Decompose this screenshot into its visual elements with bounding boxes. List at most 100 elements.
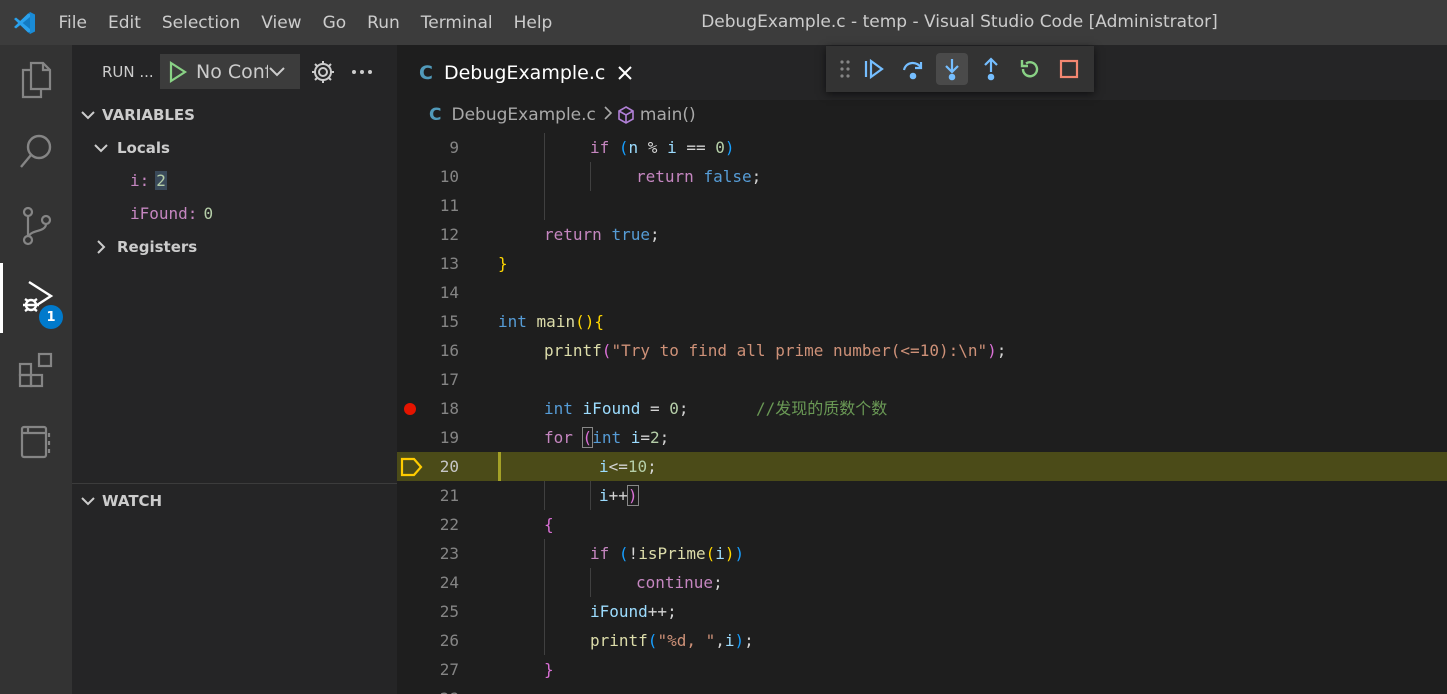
breadcrumb: C DebugExample.c main() bbox=[397, 100, 1447, 130]
restart-button[interactable] bbox=[1014, 53, 1046, 85]
code-text: iFound++; bbox=[590, 602, 677, 621]
breadcrumb-symbol[interactable]: main() bbox=[640, 105, 696, 125]
search-activity[interactable] bbox=[0, 117, 72, 187]
launch-config-dropdown[interactable]: No Configurations bbox=[160, 54, 300, 89]
code-text: if (n % i == 0) bbox=[590, 138, 735, 157]
code-text: int main(){ bbox=[498, 312, 604, 331]
line-number: 26 bbox=[439, 631, 459, 650]
line-number: 24 bbox=[439, 573, 459, 592]
code-line: 21 i++) bbox=[397, 481, 1447, 510]
variable-row[interactable]: i: 2 bbox=[72, 164, 397, 197]
code-line: 9 if (n % i == 0) bbox=[397, 133, 1447, 162]
line-number: 28 bbox=[397, 684, 459, 694]
c-file-icon: C bbox=[429, 105, 442, 125]
stop-icon bbox=[1059, 59, 1079, 79]
gear-icon[interactable] bbox=[310, 59, 336, 85]
step-over-button[interactable] bbox=[897, 53, 929, 85]
tab-debugexample-c[interactable]: C DebugExample.c bbox=[397, 45, 633, 100]
code-editor[interactable]: 9 if (n % i == 0) 10 return false; 11 12… bbox=[397, 133, 1447, 694]
chevron-right-icon bbox=[91, 237, 111, 257]
stop-button[interactable] bbox=[1053, 53, 1085, 85]
breadcrumb-file[interactable]: DebugExample.c bbox=[451, 105, 595, 125]
step-over-icon bbox=[902, 61, 923, 80]
code-text: printf("Try to find all prime number(<=1… bbox=[544, 341, 1007, 360]
variables-header-label: VARIABLES bbox=[102, 106, 195, 124]
tab-title: DebugExample.c bbox=[443, 61, 606, 84]
variable-name: i: bbox=[130, 171, 150, 190]
locals-scope[interactable]: Locals bbox=[72, 131, 397, 164]
start-debugging-icon[interactable] bbox=[166, 60, 190, 84]
run-view-title: RUN ... bbox=[102, 63, 154, 81]
variable-row[interactable]: iFound: 0 bbox=[72, 197, 397, 230]
menu-terminal[interactable]: Terminal bbox=[410, 13, 503, 33]
close-icon[interactable] bbox=[617, 62, 633, 84]
menu-help[interactable]: Help bbox=[503, 13, 563, 33]
variables-section-header[interactable]: VARIABLES bbox=[72, 99, 397, 131]
code-text: continue; bbox=[636, 573, 723, 592]
line-number: 9 bbox=[449, 138, 459, 157]
variable-value: 0 bbox=[203, 204, 214, 223]
code-line: 12 return true; bbox=[397, 220, 1447, 249]
run-debug-activity[interactable]: 1 bbox=[0, 263, 72, 333]
step-into-button[interactable] bbox=[936, 53, 968, 85]
chevron-right-icon bbox=[604, 105, 613, 125]
title-bar: File Edit Selection View Go Run Terminal… bbox=[0, 0, 1447, 45]
code-text: } bbox=[544, 660, 554, 679]
menu-selection[interactable]: Selection bbox=[151, 13, 250, 33]
menu-file[interactable]: File bbox=[48, 13, 97, 33]
line-number: 20 bbox=[439, 457, 459, 476]
line-number: 10 bbox=[439, 167, 459, 186]
vscode-logo-icon bbox=[0, 0, 48, 45]
code-line: 26 printf("%d, ",i); bbox=[397, 626, 1447, 655]
debug-sidebar: RUN ... No Configurations VARIABLES bbox=[72, 45, 397, 694]
explorer-activity[interactable] bbox=[0, 45, 72, 115]
debug-badge: 1 bbox=[39, 305, 63, 329]
step-into-icon bbox=[945, 59, 959, 81]
code-line: 19 for (int i=2; bbox=[397, 423, 1447, 452]
line-number: 25 bbox=[439, 602, 459, 621]
search-icon bbox=[20, 134, 52, 168]
chevron-down-icon bbox=[268, 62, 288, 82]
code-line: 15 int main(){ bbox=[397, 307, 1447, 336]
menu-view[interactable]: View bbox=[251, 13, 312, 33]
code-line: 18 int iFound = 0; //发现的质数个数 bbox=[397, 394, 1447, 423]
code-line: 14 bbox=[397, 278, 1447, 307]
code-text: return false; bbox=[636, 167, 762, 186]
line-number: 17 bbox=[439, 370, 459, 389]
line-number: 15 bbox=[439, 312, 459, 331]
step-out-button[interactable] bbox=[975, 53, 1007, 85]
menu-go[interactable]: Go bbox=[312, 13, 357, 33]
c-file-icon: C bbox=[419, 61, 433, 84]
code-line: 27 } bbox=[397, 655, 1447, 684]
source-control-icon bbox=[22, 206, 52, 246]
line-number: 13 bbox=[439, 254, 459, 273]
code-text: if (!isPrime(i)) bbox=[590, 544, 745, 563]
more-actions-icon[interactable] bbox=[349, 59, 375, 85]
chevron-down-icon bbox=[91, 138, 111, 158]
line-number: 23 bbox=[439, 544, 459, 563]
code-line: 17 bbox=[397, 365, 1447, 394]
code-line: 10 return false; bbox=[397, 162, 1447, 191]
code-line: 13 } bbox=[397, 249, 1447, 278]
registers-scope[interactable]: Registers bbox=[72, 230, 397, 263]
line-number: 21 bbox=[439, 486, 459, 505]
drag-handle-icon[interactable] bbox=[836, 53, 854, 85]
watch-section-header[interactable]: WATCH bbox=[72, 485, 397, 517]
continue-button[interactable] bbox=[858, 53, 890, 85]
code-text: i++) bbox=[599, 485, 639, 506]
chevron-down-icon bbox=[78, 491, 98, 511]
code-line: 11 bbox=[397, 191, 1447, 220]
continue-icon bbox=[864, 58, 884, 80]
line-number: 16 bbox=[439, 341, 459, 360]
menu-run[interactable]: Run bbox=[357, 13, 411, 33]
source-control-activity[interactable] bbox=[0, 191, 72, 261]
code-line: 16 printf("Try to find all prime number(… bbox=[397, 336, 1447, 365]
code-line: 23 if (!isPrime(i)) bbox=[397, 539, 1447, 568]
extensions-activity[interactable] bbox=[0, 335, 72, 405]
remote-activity[interactable] bbox=[0, 407, 72, 477]
line-number: 11 bbox=[439, 196, 459, 215]
activity-bar: 1 bbox=[0, 45, 72, 694]
code-text: i<=10; bbox=[599, 457, 657, 476]
editor-area: C DebugExample.c C DebugExample.c main()… bbox=[397, 45, 1447, 694]
menu-edit[interactable]: Edit bbox=[97, 13, 151, 33]
